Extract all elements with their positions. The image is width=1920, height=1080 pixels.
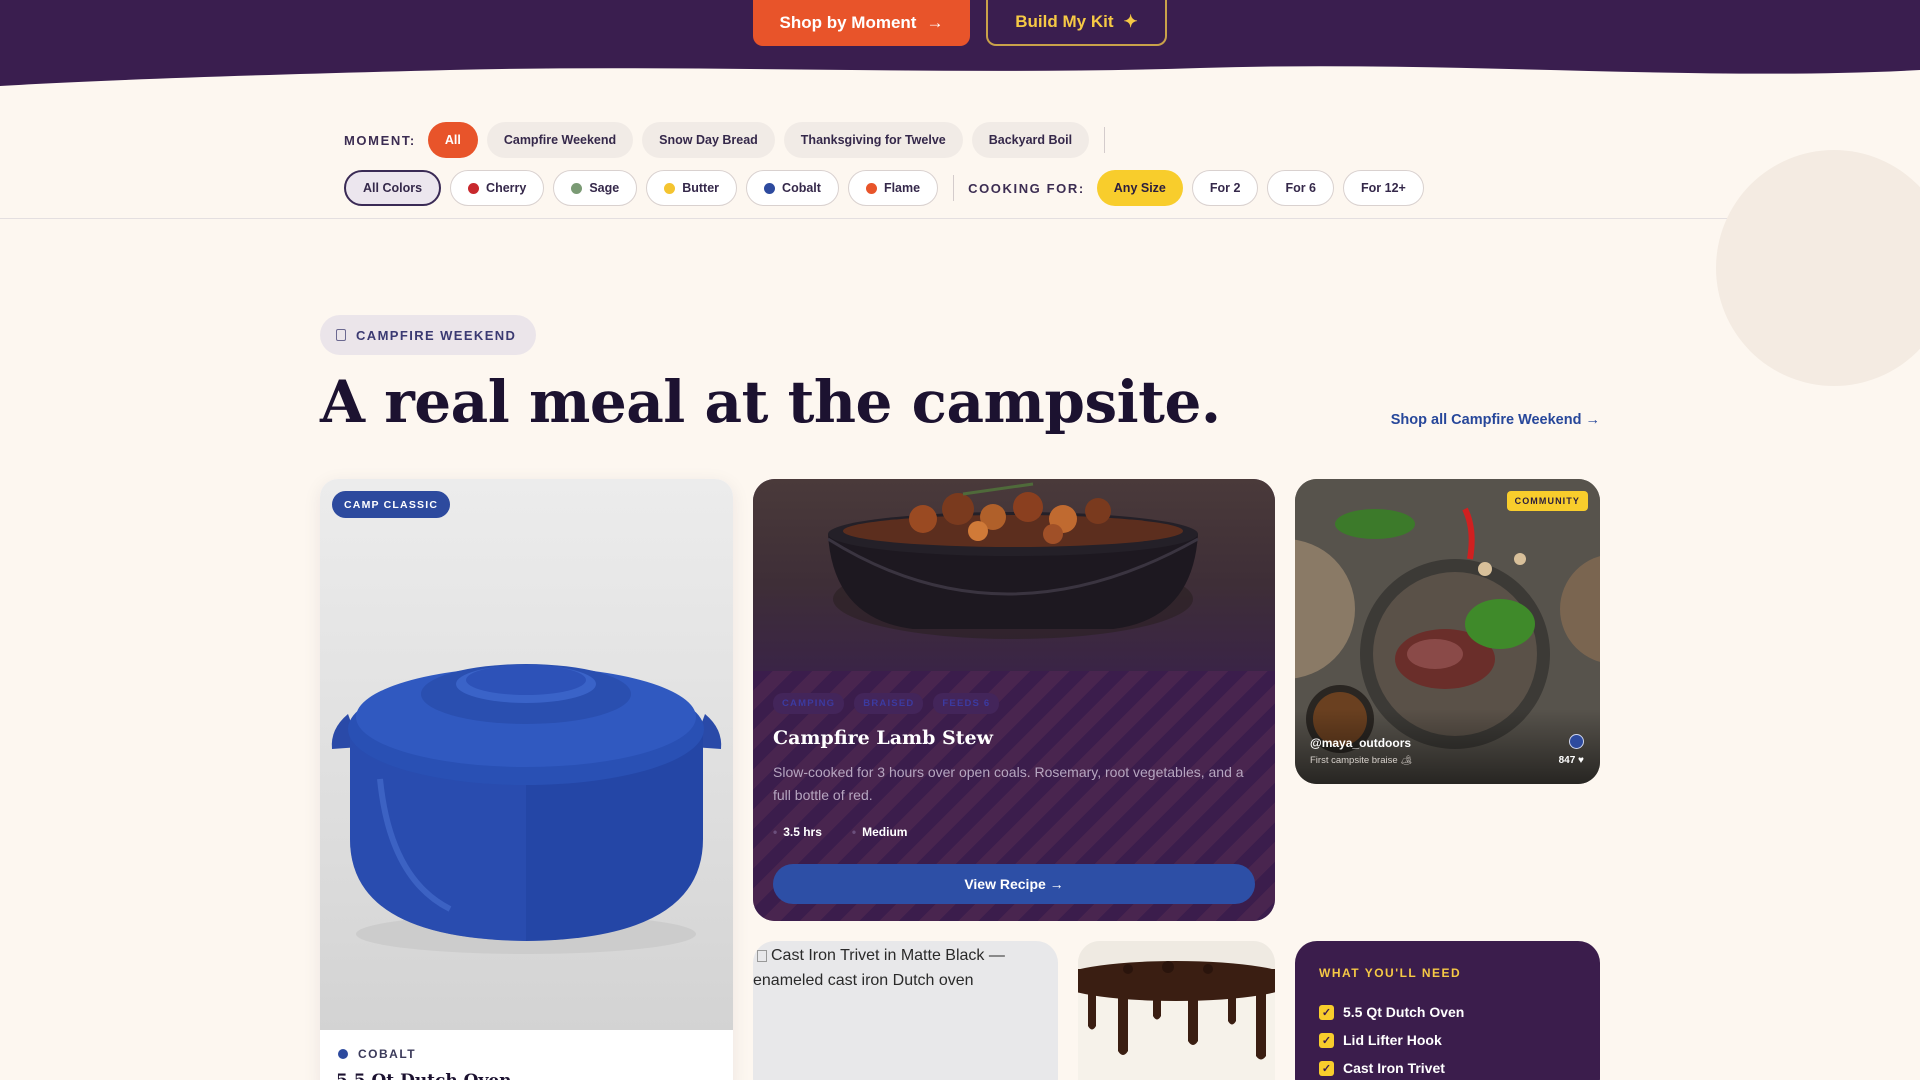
cobalt-swatch-icon bbox=[1569, 734, 1584, 749]
product-color: COBALT bbox=[338, 1047, 416, 1061]
chocolate-cake-image bbox=[1078, 941, 1275, 1080]
section-tag-label: CAMPFIRE WEEKEND bbox=[356, 327, 517, 343]
product-name[interactable]: 5.5 Qt Dutch Oven bbox=[336, 1071, 512, 1080]
shop-all-link[interactable]: Shop all Campfire Weekend → bbox=[1391, 412, 1600, 428]
section-tag: CAMPFIRE WEEKEND bbox=[320, 315, 537, 355]
filter-divider bbox=[953, 175, 955, 201]
need-item[interactable]: ✓ Lid Lifter Hook bbox=[1319, 1026, 1464, 1054]
tent-icon bbox=[336, 329, 346, 341]
build-my-kit-button[interactable]: Build My Kit ✦ bbox=[986, 0, 1167, 46]
recipe-card[interactable]: CAMPING BRAISED FEEDS 6 Campfire Lamb St… bbox=[753, 479, 1275, 921]
color-chip-label: Cobalt bbox=[782, 181, 821, 195]
arrow-right-icon: → bbox=[926, 13, 944, 32]
sage-swatch-icon bbox=[571, 182, 583, 194]
color-chip-flame[interactable]: Flame bbox=[847, 170, 939, 206]
cobalt-swatch-icon bbox=[338, 1049, 348, 1059]
community-badge: COMMUNITY bbox=[1506, 491, 1588, 511]
need-title: WHAT YOU'LL NEED bbox=[1319, 966, 1462, 980]
moment-chip-thanksgiving[interactable]: Thanksgiving for Twelve bbox=[783, 122, 963, 158]
section-headline: A real meal at the campsite. bbox=[320, 368, 1221, 436]
community-likes[interactable]: 847 ♥ bbox=[1559, 755, 1584, 766]
build-my-kit-label: Build My Kit bbox=[1015, 12, 1114, 31]
need-item[interactable]: ✓ 5.5 Qt Dutch Oven bbox=[1319, 998, 1464, 1026]
color-chip-cherry[interactable]: Cherry bbox=[450, 170, 545, 206]
butter-swatch-icon bbox=[664, 182, 676, 194]
stew-pot-illustration bbox=[827, 482, 1199, 639]
moment-chip-campfire-weekend[interactable]: Campfire Weekend bbox=[486, 122, 634, 158]
recipe-difficulty: Medium bbox=[852, 825, 907, 839]
dutch-oven-illustration bbox=[331, 664, 722, 954]
recipe-meta: 3.5 hrs Medium bbox=[773, 825, 907, 839]
lamb-stew-image bbox=[753, 479, 1275, 671]
community-username[interactable]: @maya_outdoors bbox=[1310, 736, 1411, 750]
need-item-label: 5.5 Qt Dutch Oven bbox=[1343, 1004, 1465, 1020]
moment-filter-row: MOMENT: All Campfire Weekend Snow Day Br… bbox=[344, 122, 1119, 158]
shop-by-moment-label: Shop by Moment bbox=[779, 13, 917, 32]
dutch-oven-image bbox=[320, 479, 733, 1030]
color-chip-label: All Colors bbox=[363, 181, 423, 195]
product-badge: CAMP CLASSIC bbox=[332, 491, 451, 518]
color-chip-label: Flame bbox=[883, 181, 921, 195]
color-chip-butter[interactable]: Butter bbox=[646, 170, 738, 206]
flame-swatch-icon bbox=[865, 182, 877, 194]
need-item-label: Cast Iron Trivet bbox=[1343, 1060, 1445, 1076]
need-item[interactable]: ✓ Cast Iron Trivet bbox=[1319, 1054, 1464, 1080]
checkbox-checked-icon[interactable]: ✓ bbox=[1319, 1060, 1334, 1076]
community-card[interactable]: COMMUNITY @maya_outdoors First campsite … bbox=[1295, 479, 1600, 784]
recipe-time: 3.5 hrs bbox=[773, 825, 822, 839]
need-item-label: Lid Lifter Hook bbox=[1343, 1032, 1442, 1048]
hero-band: Shop by Moment → Build My Kit ✦ bbox=[0, 0, 1920, 96]
size-chip-for-12[interactable]: For 12+ bbox=[1343, 170, 1424, 206]
recipe-tag: FEEDS 6 bbox=[933, 693, 1000, 714]
color-size-filter-row: All Colors Cherry Sage Butter Cobalt Fla… bbox=[344, 170, 1433, 206]
recipe-title[interactable]: Campfire Lamb Stew bbox=[773, 727, 993, 749]
checkbox-checked-icon[interactable]: ✓ bbox=[1319, 1032, 1334, 1048]
checkbox-checked-icon[interactable]: ✓ bbox=[1319, 1004, 1334, 1020]
size-chip-for-6[interactable]: For 6 bbox=[1267, 170, 1335, 206]
sparkle-icon: ✦ bbox=[1123, 12, 1138, 31]
cobalt-swatch-icon bbox=[764, 182, 776, 194]
color-chip-label: Cherry bbox=[486, 181, 527, 195]
cooking-for-label: COOKING FOR: bbox=[968, 180, 1085, 196]
view-recipe-button[interactable]: View Recipe → bbox=[773, 864, 1255, 904]
recipe-tag: BRAISED bbox=[854, 693, 924, 714]
moment-chip-snow-day-bread[interactable]: Snow Day Bread bbox=[642, 122, 775, 158]
what-you-need-card: WHAT YOU'LL NEED ✓ 5.5 Qt Dutch Oven ✓ L… bbox=[1295, 941, 1600, 1080]
size-chip-any[interactable]: Any Size bbox=[1096, 170, 1183, 206]
broken-image-alt-text: Cast Iron Trivet in Matte Black — enamel… bbox=[753, 943, 1023, 993]
recipe-description: Slow-cooked for 3 hours over open coals.… bbox=[773, 764, 1244, 803]
filter-divider bbox=[1104, 127, 1106, 153]
color-chip-sage[interactable]: Sage bbox=[553, 170, 638, 206]
product-color-label: COBALT bbox=[358, 1047, 417, 1061]
product-card[interactable]: CAMP CLASSIC COBALT 5.5 Qt Dutch Oven bbox=[320, 479, 733, 1080]
recipe-body: CAMPING BRAISED FEEDS 6 Campfire Lamb St… bbox=[753, 671, 1275, 921]
cherry-swatch-icon bbox=[468, 182, 480, 194]
recipe-tags: CAMPING BRAISED FEEDS 6 bbox=[773, 693, 1000, 714]
moment-filter-label: MOMENT: bbox=[344, 132, 416, 148]
recipe-tag: CAMPING bbox=[773, 693, 845, 714]
moment-chip-all[interactable]: All bbox=[427, 122, 478, 158]
shop-by-moment-button[interactable]: Shop by Moment → bbox=[753, 0, 970, 46]
color-chip-label: Sage bbox=[589, 181, 620, 195]
color-chip-label: Butter bbox=[682, 181, 720, 195]
moment-chip-backyard-boil[interactable]: Backyard Boil bbox=[971, 122, 1090, 158]
cake-card[interactable] bbox=[1078, 941, 1275, 1080]
size-chip-for-2[interactable]: For 2 bbox=[1191, 170, 1259, 206]
filter-bar: MOMENT: All Campfire Weekend Snow Day Br… bbox=[0, 116, 1920, 219]
color-chip-cobalt[interactable]: Cobalt bbox=[746, 170, 839, 206]
color-chip-all[interactable]: All Colors bbox=[344, 170, 442, 206]
trivet-card[interactable]: Cast Iron Trivet in Matte Black — enamel… bbox=[753, 941, 1058, 1080]
need-list: ✓ 5.5 Qt Dutch Oven ✓ Lid Lifter Hook ✓ … bbox=[1319, 998, 1464, 1080]
community-caption: First campsite braise 🏕 bbox=[1310, 755, 1413, 766]
